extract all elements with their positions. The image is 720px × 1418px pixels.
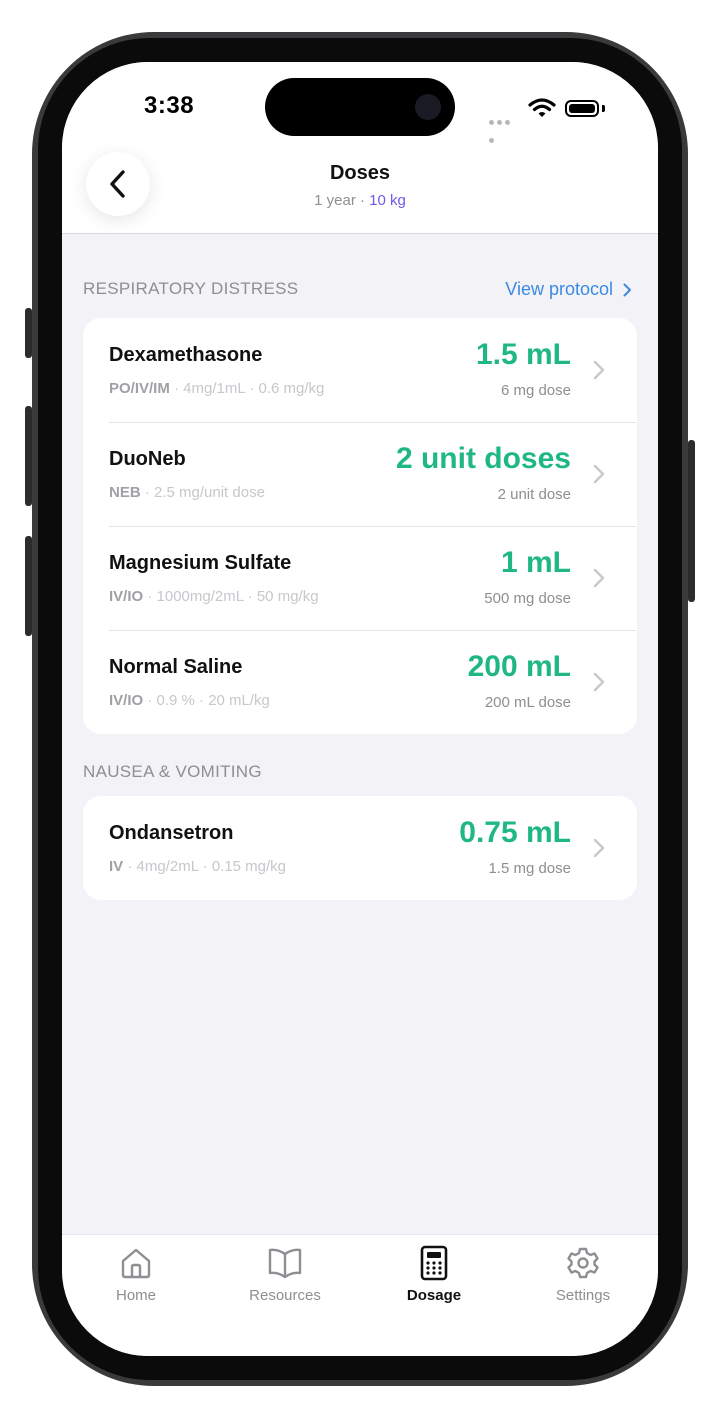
summary-separator: · [360, 192, 365, 209]
drug-concentration: · 0.9 % · 20 mL/kg [143, 692, 270, 709]
chevron-right-icon [593, 360, 605, 380]
battery-nub [602, 105, 605, 112]
navigation-header: 3:38 Doses 1 year · 10 kg [62, 62, 658, 234]
dose-row-normal-saline[interactable]: Normal Saline IV/IO · 0.9 % · 20 mL/kg 2… [83, 630, 637, 734]
tab-label: Settings [555, 1287, 611, 1304]
section-label-nausea: NAUSEA & VOMITING [83, 762, 262, 781]
drug-volume: 1.5 mL [475, 338, 571, 371]
drug-concentration: · 4mg/1mL · 0.6 mg/kg [169, 380, 325, 397]
drug-volume: 0.75 mL [459, 816, 571, 849]
drug-concentration: · 1000mg/2mL · 50 mg/kg [143, 588, 319, 605]
drug-name: Normal Saline [109, 656, 243, 678]
tab-dosage[interactable]: Dosage [374, 1245, 494, 1304]
book-icon [268, 1248, 302, 1279]
drug-meta: IV · 4mg/2mL · 0.15 mg/kg [109, 858, 286, 875]
drug-meta: IV/IO · 0.9 % · 20 mL/kg [109, 692, 270, 709]
drug-dose: 1.5 mg dose [488, 860, 571, 877]
drug-name: Ondansetron [109, 822, 234, 844]
page-title: Doses [329, 162, 391, 184]
drug-volume: 200 mL [467, 650, 571, 683]
chevron-right-icon [593, 464, 605, 484]
dose-row-dexamethasone[interactable]: Dexamethasone PO/IV/IM · 4mg/1mL · 0.6 m… [83, 318, 637, 422]
tab-resources[interactable]: Resources [225, 1245, 345, 1304]
camera-icon [415, 94, 441, 120]
dose-row-duoneb[interactable]: DuoNeb NEB · 2.5 mg/unit dose 2 unit dos… [83, 422, 637, 526]
dynamic-island [265, 78, 455, 136]
dose-row-ondansetron[interactable]: Ondansetron IV · 4mg/2mL · 0.15 mg/kg 0.… [83, 796, 637, 900]
chevron-right-icon [593, 672, 605, 692]
drug-name: Magnesium Sulfate [109, 552, 292, 574]
drug-meta: PO/IV/IM · 4mg/1mL · 0.6 mg/kg [109, 380, 324, 397]
drug-name: DuoNeb [109, 448, 186, 470]
drug-meta: IV/IO · 1000mg/2mL · 50 mg/kg [109, 588, 319, 605]
patient-age: 1 year [314, 192, 356, 209]
phone-volume-up [25, 406, 32, 506]
patient-summary: 1 year · 10 kg [62, 192, 658, 209]
battery-icon [565, 100, 599, 117]
phone-power-button [688, 440, 695, 602]
patient-weight[interactable]: 10 kg [369, 192, 406, 209]
drug-route: PO/IV/IM [109, 380, 170, 397]
screen: 3:38 Doses 1 year · 10 kg RESPIRATORY DI… [62, 62, 658, 1356]
drug-route: NEB [109, 484, 141, 501]
drug-concentration: · 2.5 mg/unit dose [140, 484, 265, 501]
gear-icon [567, 1247, 599, 1279]
drug-dose: 200 mL dose [484, 694, 571, 711]
drug-route: IV/IO [109, 588, 144, 605]
dose-row-magnesium-sulfate[interactable]: Magnesium Sulfate IV/IO · 1000mg/2mL · 5… [83, 526, 637, 630]
drug-meta: NEB · 2.5 mg/unit dose [109, 484, 265, 501]
phone-action-button [25, 308, 32, 358]
drug-dose: 6 mg dose [500, 382, 571, 399]
chevron-right-icon [593, 838, 605, 858]
status-time: 3:38 [144, 92, 195, 119]
tab-label: Resources [249, 1287, 321, 1304]
drug-dose: 500 mg dose [484, 590, 571, 607]
drug-route: IV [109, 858, 124, 875]
respiratory-dose-card: Dexamethasone PO/IV/IM · 4mg/1mL · 0.6 m… [83, 318, 637, 734]
tab-home[interactable]: Home [76, 1245, 196, 1304]
home-icon [121, 1248, 151, 1279]
tab-label: Home [115, 1287, 156, 1304]
tab-label: Dosage [406, 1287, 462, 1304]
wifi-icon [528, 98, 556, 117]
tab-settings[interactable]: Settings [523, 1245, 643, 1304]
drug-volume: 2 unit doses [395, 442, 571, 475]
chevron-right-icon [593, 568, 605, 588]
phone-volume-down [25, 536, 32, 636]
chevron-right-icon [623, 283, 631, 296]
calculator-icon [420, 1245, 448, 1281]
section-label-respiratory: RESPIRATORY DISTRESS [83, 279, 299, 298]
drug-route: IV/IO [109, 692, 144, 709]
drug-name: Dexamethasone [109, 344, 263, 366]
drug-volume: 1 mL [500, 546, 571, 579]
nausea-dose-card: Ondansetron IV · 4mg/2mL · 0.15 mg/kg 0.… [83, 796, 637, 900]
cellular-signal-icon [489, 112, 519, 143]
tab-bar: Home Resources Dosage Settings [62, 1234, 658, 1356]
drug-dose: 2 unit dose [497, 486, 571, 503]
view-protocol-label: View protocol [505, 279, 613, 299]
drug-concentration: · 4mg/2mL · 0.15 mg/kg [123, 858, 287, 875]
view-protocol-link[interactable]: View protocol [505, 279, 632, 300]
